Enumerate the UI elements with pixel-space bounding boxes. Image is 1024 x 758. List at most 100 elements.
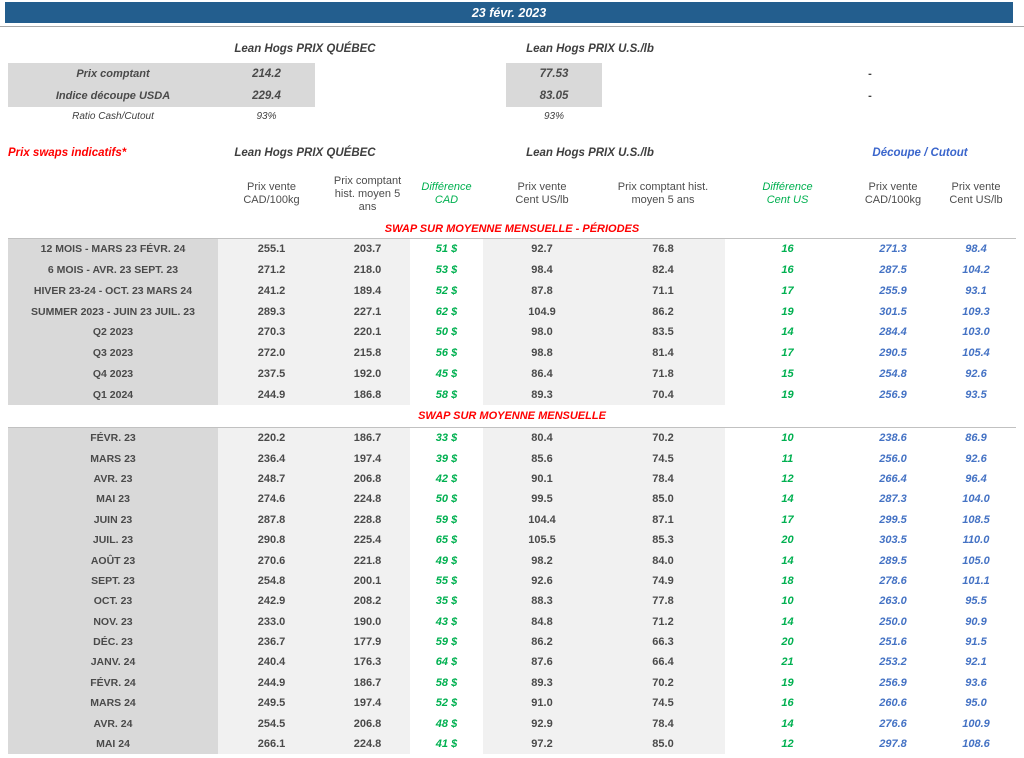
cell-us-hist-avg: 74.9 [601,570,725,592]
cell-cutout-us-price: 104.2 [962,264,990,277]
cell-cutout-us-price: 109.3 [962,305,990,318]
cell-cutout-us-price: 95.0 [965,697,987,710]
cell-cutout-us-price: 96.4 [965,472,987,485]
cell-cad-sell-price: 233.0 [218,611,325,632]
cell-cutout-cad-price: 266.4 [879,472,907,485]
spot-row-cash: Prix comptant 214.2 77.53 - [0,63,1024,85]
cell-cutout-us-price: 92.6 [965,367,987,380]
cell-us-sell-price: 104.4 [483,509,601,530]
cell-cad-sell-price: 220.2 [218,428,325,449]
spot-quebec-value: 93% [256,111,277,122]
cell-cad-hist-avg: 186.7 [325,428,410,449]
cell-cad-difference: 43 $ [435,615,458,628]
cell-period-label: NOV. 23 [8,611,218,632]
cell-us-sell-price: 84.8 [483,611,601,632]
cell-period-label: Q1 2024 [8,384,218,405]
cell-us-hist-avg: 87.1 [601,509,725,530]
cell-us-difference: 16 [781,264,794,277]
cell-cad-difference: 35 $ [435,595,458,608]
cell-us-hist-avg: 81.4 [601,342,725,364]
cell-us-sell-price: 104.9 [483,301,601,322]
table-row: MAI 23 274.6 224.8 50 $ 99.5 85.0 14 287.3 104.0 [8,489,1016,510]
cell-us-difference: 18 [781,574,794,587]
cell-cad-hist-avg: 224.8 [325,489,410,510]
cell-us-difference: 15 [781,367,794,380]
cell-period-label: HIVER 23-24 - OCT. 23 MARS 24 [8,280,218,302]
cell-cad-sell-price: 242.9 [218,591,325,612]
table-row: JANV. 24 240.4 176.3 64 $ 87.6 66.4 21 253.2 92.… [8,652,1016,673]
cell-cad-hist-avg: 215.8 [325,342,410,364]
cell-us-sell-price: 80.4 [483,428,601,449]
column-header-us-sell-price: Prix vente Cent US/lb [515,181,569,206]
spot-us-value: 93% [543,111,564,122]
cell-cad-hist-avg: 208.2 [325,591,410,612]
table-row: DÉC. 23 236.7 177.9 59 $ 86.2 66.3 20 251.6 91.5 [8,631,1016,653]
cell-us-sell-price: 87.8 [483,280,601,302]
cell-period-label: 12 MOIS - MARS 23 FÉVR. 24 [8,239,218,260]
spot-row-ratio: Ratio Cash/Cutout 93% 93% [0,108,1024,125]
cutout-header: Découpe / Cutout [872,147,968,159]
table-row: Q1 2024 244.9 186.8 58 $ 89.3 70.4 19 256.9 93.5 [8,384,1016,405]
cell-cad-hist-avg: 200.1 [325,570,410,592]
cell-period-label: MAI 24 [8,733,218,755]
cell-cutout-us-price: 110.0 [962,534,990,547]
cell-us-sell-price: 105.5 [483,529,601,551]
cell-us-hist-avg: 66.3 [601,631,725,653]
cell-us-hist-avg: 71.2 [601,611,725,632]
cell-cad-sell-price: 289.3 [218,301,325,322]
cell-us-difference: 16 [781,243,794,256]
column-header-cutout-us-price: Prix vente Cent US/lb [949,181,1003,206]
cell-us-hist-avg: 85.0 [601,489,725,510]
cell-cad-difference: 51 $ [435,243,458,256]
cell-cad-hist-avg: 206.8 [325,468,410,490]
cell-cutout-cad-price: 260.6 [879,697,907,710]
cell-cad-difference: 50 $ [435,326,458,339]
cell-cad-difference: 41 $ [435,738,458,751]
column-header-cad-difference: Différence CAD [421,181,472,206]
cell-period-label: SEPT. 23 [8,570,218,592]
cell-cad-sell-price: 266.1 [218,733,325,755]
cell-us-hist-avg: 70.2 [601,428,725,449]
table-row: AVR. 24 254.5 206.8 48 $ 92.9 78.4 14 276.6 100.… [8,713,1016,734]
cell-cutout-us-price: 105.0 [962,554,990,567]
cell-cutout-cad-price: 271.3 [879,243,907,256]
pane-divider [0,26,1024,27]
table-row: MARS 24 249.5 197.4 52 $ 91.0 74.5 16 260.6 95.0 [8,693,1016,714]
cell-period-label: JANV. 24 [8,652,218,673]
spot-right-dash: - [868,90,872,102]
cell-cad-sell-price: 241.2 [218,280,325,302]
cell-cutout-cad-price: 256.9 [879,676,907,689]
cell-us-difference: 16 [781,697,794,710]
cell-cad-sell-price: 271.2 [218,259,325,281]
cell-period-label: 6 MOIS - AVR. 23 SEPT. 23 [8,259,218,281]
cell-cad-sell-price: 254.5 [218,713,325,734]
cell-period-label: Q2 2023 [8,322,218,343]
cell-cutout-us-price: 90.9 [965,615,987,628]
cell-period-label: AOÛT 23 [8,550,218,571]
cell-cutout-us-price: 103.0 [962,326,990,339]
table-row: Q3 2023 272.0 215.8 56 $ 98.8 81.4 17 290.5 105.… [8,342,1016,364]
cell-cad-sell-price: 249.5 [218,693,325,714]
table-row: FÉVR. 23 220.2 186.7 33 $ 80.4 70.2 10 238.6 86.… [8,428,1016,449]
cell-cutout-us-price: 100.9 [962,717,990,730]
cell-us-difference: 14 [781,326,794,339]
cell-us-hist-avg: 76.8 [601,239,725,260]
cell-us-hist-avg: 84.0 [601,550,725,571]
cell-cad-sell-price: 270.3 [218,322,325,343]
cell-cutout-cad-price: 289.5 [879,554,907,567]
table-row: AOÛT 23 270.6 221.8 49 $ 98.2 84.0 14 289.5 105.… [8,550,1016,571]
cell-period-label: JUIL. 23 [8,529,218,551]
cell-cutout-us-price: 93.1 [965,284,987,297]
cell-us-hist-avg: 78.4 [601,713,725,734]
cell-us-sell-price: 98.2 [483,550,601,571]
cell-cad-hist-avg: 206.8 [325,713,410,734]
cell-cutout-us-price: 93.6 [965,676,987,689]
cell-cutout-cad-price: 287.3 [879,493,907,506]
cell-cad-hist-avg: 177.9 [325,631,410,653]
cell-us-sell-price: 98.0 [483,322,601,343]
cell-cutout-us-price: 92.1 [965,656,987,669]
table-row: FÉVR. 24 244.9 186.7 58 $ 89.3 70.2 19 256.9 93.… [8,672,1016,694]
cell-us-hist-avg: 85.0 [601,733,725,755]
cell-us-hist-avg: 71.8 [601,363,725,385]
table-row: OCT. 23 242.9 208.2 35 $ 88.3 77.8 10 263.0 95.5 [8,591,1016,612]
